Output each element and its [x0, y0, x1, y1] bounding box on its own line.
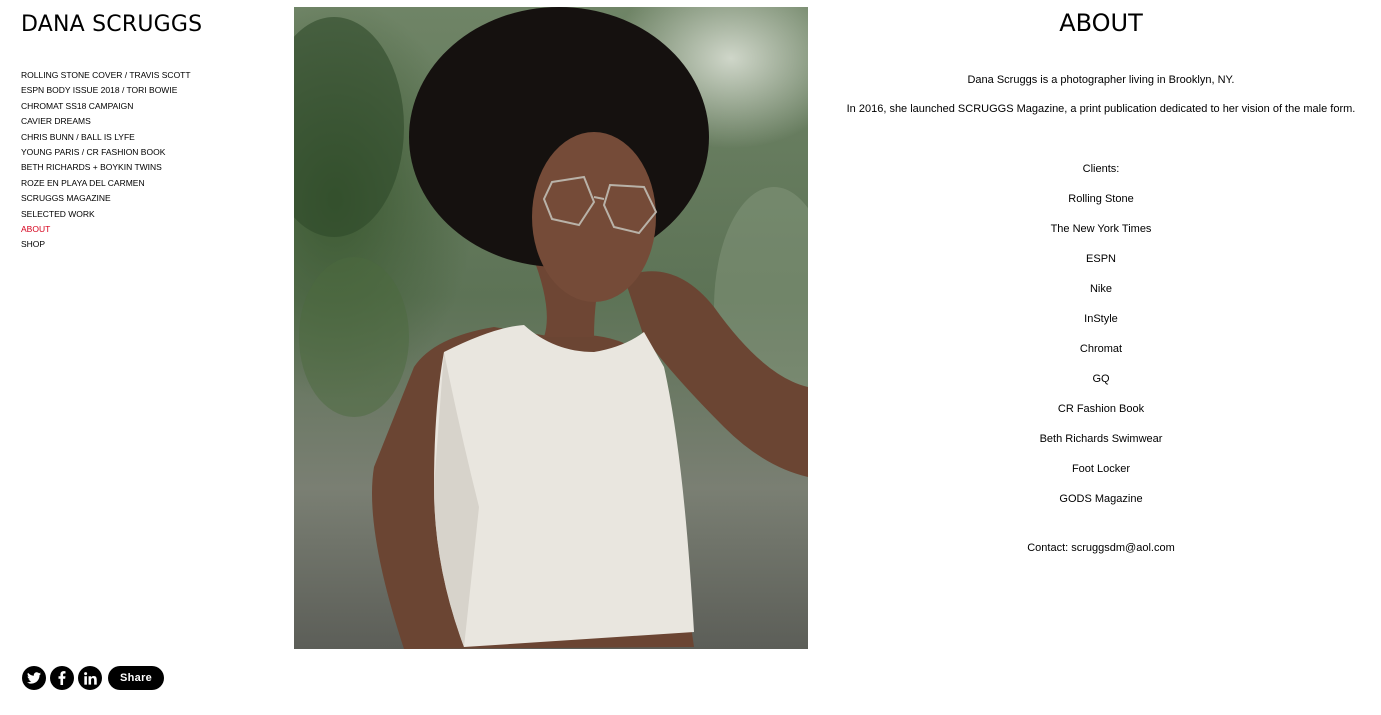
about-section: ABOUT Dana Scruggs is a photographer liv…	[840, 0, 1362, 555]
about-intro-location: Dana Scruggs is a photographer living in…	[967, 74, 1235, 86]
nav-item-scruggs-magazine[interactable]: SCRUGGS MAGAZINE	[21, 191, 271, 206]
portrait-illustration	[294, 7, 808, 649]
linkedin-icon	[83, 671, 97, 685]
client-item: GODS Magazine	[1059, 493, 1143, 505]
main-nav: ROLLING STONE COVER / TRAVIS SCOTT ESPN …	[21, 68, 271, 253]
nav-item-young-paris[interactable]: YOUNG PARIS / CR FASHION BOOK	[21, 145, 271, 160]
share-button[interactable]: Share	[108, 666, 165, 690]
client-item: The New York Times	[1050, 223, 1152, 235]
about-heading: ABOUT	[1059, 9, 1143, 37]
facebook-share-button[interactable]	[50, 666, 74, 690]
client-item: ESPN	[1086, 253, 1116, 265]
twitter-icon	[27, 672, 41, 684]
nav-item-cavier-dreams[interactable]: CAVIER DREAMS	[21, 114, 271, 129]
nav-item-chromat-campaign[interactable]: CHROMAT SS18 CAMPAIGN	[21, 99, 271, 114]
nav-item-selected-work[interactable]: SELECTED WORK	[21, 207, 271, 222]
twitter-share-button[interactable]	[22, 666, 46, 690]
client-item: GQ	[1092, 373, 1110, 385]
client-item: Foot Locker	[1071, 463, 1131, 475]
nav-item-shop[interactable]: SHOP	[21, 237, 271, 252]
client-item: Beth Richards Swimwear	[1039, 433, 1163, 445]
nav-item-chris-bunn[interactable]: CHRIS BUNN / BALL IS LYFE	[21, 130, 271, 145]
portrait-photo	[294, 7, 808, 649]
client-item: CR Fashion Book	[1057, 403, 1145, 415]
nav-item-about[interactable]: ABOUT	[21, 222, 271, 237]
clients-label: Clients:	[1082, 163, 1120, 175]
facebook-icon	[58, 671, 66, 685]
contact-info: Contact: scruggsdm@aol.com	[1027, 542, 1175, 554]
client-item: Nike	[1089, 283, 1112, 295]
linkedin-share-button[interactable]	[78, 666, 102, 690]
nav-item-roze[interactable]: ROZE EN PLAYA DEL CARMEN	[21, 176, 271, 191]
client-item: Rolling Stone	[1068, 193, 1134, 205]
nav-item-rolling-stone[interactable]: ROLLING STONE COVER / TRAVIS SCOTT	[21, 68, 271, 83]
share-bar: Share	[22, 666, 165, 690]
nav-item-beth-richards[interactable]: BETH RICHARDS + BOYKIN TWINS	[21, 160, 271, 175]
site-title[interactable]: DANA SCRUGGS	[21, 12, 202, 37]
client-item: Chromat	[1079, 343, 1123, 355]
client-item: InStyle	[1084, 313, 1118, 325]
about-intro-magazine: In 2016, she launched SCRUGGS Magazine, …	[846, 103, 1356, 115]
nav-item-espn-body-issue[interactable]: ESPN BODY ISSUE 2018 / TORI BOWIE	[21, 83, 271, 98]
